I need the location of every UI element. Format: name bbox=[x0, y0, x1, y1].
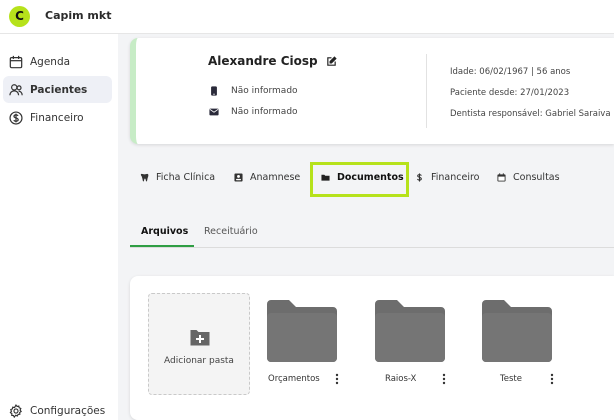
id-card-icon bbox=[234, 173, 243, 182]
folder-icon bbox=[482, 300, 552, 362]
subtab-receituario[interactable]: Receituário bbox=[204, 226, 258, 237]
kebab-menu-icon[interactable] bbox=[335, 373, 339, 385]
tab-label: Anamnese bbox=[250, 172, 301, 183]
kebab-menu-icon[interactable] bbox=[550, 373, 554, 385]
patient-email: Não informado bbox=[209, 107, 298, 117]
tab-label: Financeiro bbox=[431, 172, 480, 183]
tab-ficha-clinica[interactable]: Ficha Clínica bbox=[140, 172, 215, 183]
app-name[interactable]: Capim mkt bbox=[45, 9, 111, 22]
patient-dentist: Dentista responsável: Gabriel Saraiva bbox=[450, 109, 611, 119]
patient-name: Alexandre Ciosp bbox=[208, 54, 337, 68]
edit-icon[interactable] bbox=[326, 55, 337, 67]
gear-icon bbox=[9, 403, 22, 418]
tab-financeiro[interactable]: Financeiro bbox=[415, 172, 480, 183]
add-folder-label: Adicionar pasta bbox=[164, 356, 234, 366]
folder-item[interactable]: Teste bbox=[482, 300, 564, 400]
sidebar-item-pacientes[interactable]: Pacientes bbox=[3, 76, 112, 103]
subtab-arquivos[interactable]: Arquivos bbox=[141, 226, 188, 237]
folder-name: Orçamentos bbox=[268, 374, 320, 384]
dollar-icon bbox=[9, 110, 23, 125]
sidebar-item-label: Financeiro bbox=[30, 111, 84, 124]
email-value: Não informado bbox=[231, 107, 298, 117]
tab-consultas[interactable]: Consultas bbox=[497, 172, 560, 183]
patient-tabs: Ficha Clínica Anamnese Documentos Financ… bbox=[130, 162, 614, 202]
tab-label: Ficha Clínica bbox=[156, 172, 216, 183]
tab-documentos[interactable]: Documentos bbox=[321, 172, 404, 183]
kebab-menu-icon[interactable] bbox=[442, 373, 446, 385]
document-subtabs: Arquivos Receituário bbox=[130, 220, 614, 248]
sidebar: Agenda Pacientes Financeiro Configuraçõe… bbox=[0, 34, 118, 420]
top-bar: C Capim mkt bbox=[0, 0, 614, 34]
folder-item[interactable]: Orçamentos bbox=[267, 300, 349, 400]
sidebar-item-label: Agenda bbox=[30, 55, 71, 68]
folder-plus-icon bbox=[190, 330, 210, 346]
envelope-icon bbox=[209, 108, 219, 116]
tooth-icon bbox=[140, 173, 149, 182]
users-icon bbox=[9, 83, 23, 95]
tab-label: Consultas bbox=[513, 172, 560, 183]
patient-since: Paciente desde: 27/01/2023 bbox=[450, 88, 570, 98]
tab-anamnese[interactable]: Anamnese bbox=[234, 172, 300, 183]
folder-name: Teste bbox=[500, 374, 522, 384]
folder-icon bbox=[321, 174, 330, 181]
patient-card: Alexandre Ciosp Não informado Não inform… bbox=[130, 38, 614, 144]
patient-phone: Não informado bbox=[209, 86, 298, 96]
phone-icon bbox=[211, 86, 217, 96]
folder-name: Raios-X bbox=[385, 374, 417, 384]
phone-value: Não informado bbox=[231, 86, 298, 96]
patient-name-text: Alexandre Ciosp bbox=[208, 54, 318, 68]
calendar-icon bbox=[9, 55, 23, 68]
sidebar-item-financeiro[interactable]: Financeiro bbox=[3, 104, 112, 131]
sidebar-item-agenda[interactable]: Agenda bbox=[3, 48, 112, 75]
folder-item[interactable]: Raios-X bbox=[375, 300, 457, 400]
main-content: Alexandre Ciosp Não informado Não inform… bbox=[118, 34, 614, 420]
tab-label: Documentos bbox=[337, 172, 404, 183]
active-subtab-underline bbox=[130, 245, 194, 247]
sidebar-item-configuracoes[interactable]: Configurações bbox=[3, 397, 112, 420]
sidebar-item-label: Pacientes bbox=[30, 83, 88, 96]
card-divider bbox=[426, 54, 427, 128]
sidebar-item-label: Configurações bbox=[30, 404, 106, 417]
patient-age: Idade: 06/02/1967 | 56 anos bbox=[450, 67, 571, 77]
calendar-icon bbox=[497, 173, 506, 182]
dollar-sign-icon bbox=[417, 173, 422, 182]
app-logo[interactable]: C bbox=[9, 6, 30, 27]
folder-icon bbox=[267, 300, 337, 362]
files-panel: Adicionar pasta Orçamentos Raios-X Teste bbox=[130, 276, 614, 420]
add-folder-button[interactable]: Adicionar pasta bbox=[148, 293, 250, 395]
folder-icon bbox=[375, 300, 445, 362]
